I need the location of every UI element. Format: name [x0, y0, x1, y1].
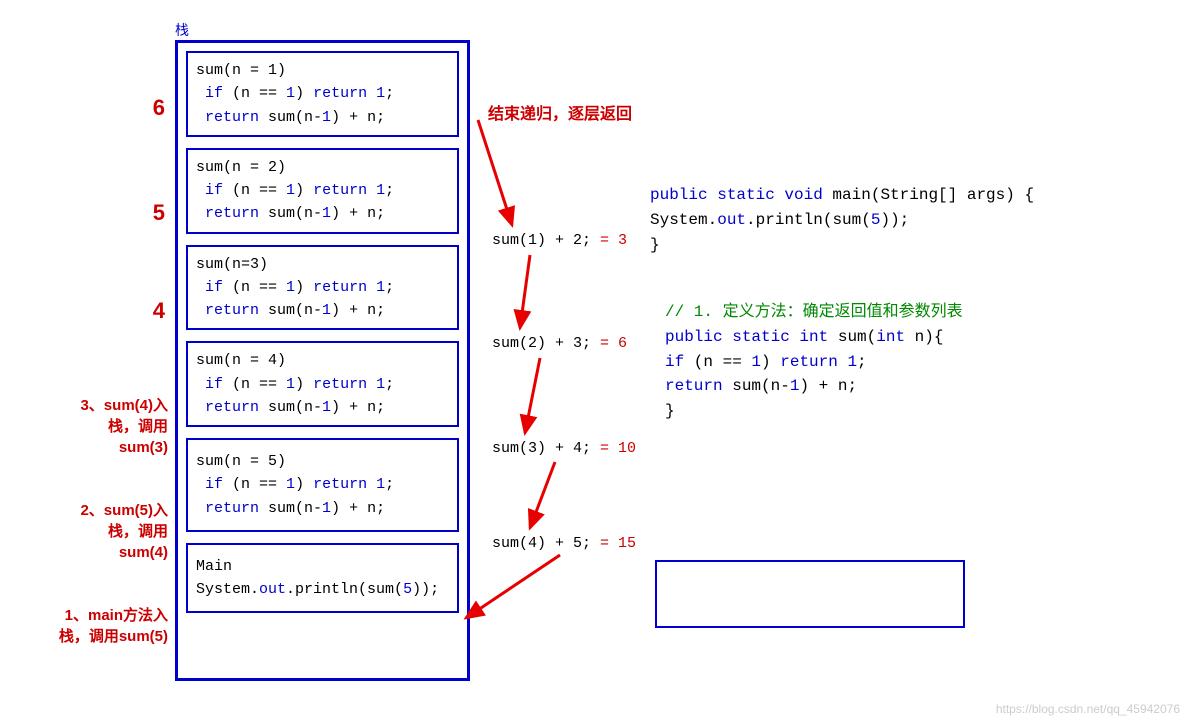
step-3-label: 3、sum(4)入栈，调用sum(3): [68, 395, 168, 458]
result-1: sum(1) + 2; = 3: [492, 232, 627, 249]
code-sum: // 1. 定义方法：确定返回值和参数列表 public static int …: [665, 300, 963, 424]
step-4-label: 4: [135, 298, 165, 324]
step-2-label: 2、sum(5)入栈，调用sum(4): [68, 500, 168, 563]
frame-header: sum(n = 2): [196, 159, 286, 176]
frame-main-label: Main: [196, 558, 232, 575]
frame-header: sum(n = 4): [196, 352, 286, 369]
frame-header: sum(n = 5): [196, 453, 286, 470]
result-3: sum(3) + 4; = 10: [492, 440, 636, 457]
stack-frame-3: sum(n = 4) if (n == 1) return 1; return …: [186, 341, 459, 427]
frame-header: sum(n=3): [196, 256, 268, 273]
stack-frame-1-main: Main System.out.println(sum(5));: [186, 543, 459, 614]
empty-box: [655, 560, 965, 628]
stack-frame-2: sum(n = 5) if (n == 1) return 1; return …: [186, 438, 459, 532]
step-5-label: 5: [135, 200, 165, 226]
stack-frame-5: sum(n = 2) if (n == 1) return 1; return …: [186, 148, 459, 234]
stack-title: 栈: [175, 20, 189, 40]
result-4: sum(4) + 5; = 15: [492, 535, 636, 552]
top-annotation: 结束递归，逐层返回: [488, 100, 632, 124]
code-main: public static void main(String[] args) {…: [650, 183, 1034, 257]
result-2: sum(2) + 3; = 6: [492, 335, 627, 352]
step-6-label: 6: [135, 95, 165, 121]
call-stack: sum(n = 1) if (n == 1) return 1; return …: [175, 40, 470, 681]
watermark: https://blog.csdn.net/qq_45942076: [996, 702, 1180, 716]
stack-frame-4: sum(n=3) if (n == 1) return 1; return su…: [186, 245, 459, 331]
step-1-label: 1、main方法入栈，调用sum(5): [58, 605, 168, 647]
stack-frame-6: sum(n = 1) if (n == 1) return 1; return …: [186, 51, 459, 137]
frame-header: sum(n = 1): [196, 62, 286, 79]
